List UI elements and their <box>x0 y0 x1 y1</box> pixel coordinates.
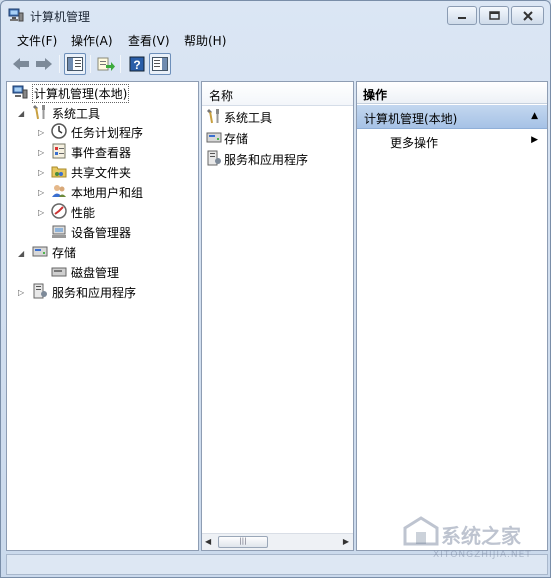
help-icon[interactable]: ? <box>126 53 148 75</box>
tree-label: 设备管理器 <box>71 225 132 240</box>
tree-item-shared-folders[interactable]: 共享文件夹 <box>51 163 131 181</box>
tree-item-event-viewer[interactable]: 事件查看器 <box>51 143 131 161</box>
horizontal-scrollbar[interactable]: ◀ ||| ▶ <box>202 533 353 550</box>
show-hide-action-pane-icon[interactable] <box>149 53 171 75</box>
actions-section-computer-management[interactable]: 计算机管理(本地) ▲ <box>357 105 547 129</box>
device-manager-icon <box>51 223 67 242</box>
collapse-arrow-icon[interactable]: ◢ <box>18 249 24 258</box>
services-icon <box>206 150 222 169</box>
tree-item-local-users[interactable]: 本地用户和组 <box>51 183 143 201</box>
export-list-icon[interactable] <box>95 53 117 75</box>
disk-management-icon <box>51 263 67 282</box>
users-icon <box>51 183 67 202</box>
system-tools-icon <box>32 104 48 123</box>
expand-arrow-icon[interactable]: ▷ <box>38 208 44 217</box>
show-hide-console-tree-icon[interactable] <box>64 53 86 75</box>
tree-label: 服务和应用程序 <box>52 285 137 300</box>
performance-icon <box>51 202 67 222</box>
event-viewer-icon <box>51 143 67 162</box>
services-icon <box>32 283 48 302</box>
tree-label: 本地用户和组 <box>71 185 144 200</box>
section-title: 计算机管理(本地) <box>364 112 458 126</box>
tree-label: 计算机管理(本地) <box>32 83 130 103</box>
computer-management-icon <box>8 7 24 26</box>
storage-icon <box>32 243 48 262</box>
expand-arrow-icon[interactable]: ▷ <box>18 288 24 297</box>
scroll-thumb[interactable]: ||| <box>218 536 268 548</box>
tree-label: 磁盘管理 <box>71 265 120 280</box>
tree-item-device-manager[interactable]: 设备管理器 <box>51 223 131 241</box>
site-watermark-logo: 系统之家 XITONGZHIJIA.NET <box>401 512 549 574</box>
submenu-arrow-icon: ▶ <box>531 135 538 145</box>
computer-management-icon <box>12 84 28 103</box>
toolbar: ? <box>2 51 549 78</box>
scroll-left-icon[interactable]: ◀ <box>205 537 211 546</box>
tree-item-disk-management[interactable]: 磁盘管理 <box>51 263 119 281</box>
window-title: 计算机管理 <box>30 10 91 24</box>
tree-label: 性能 <box>71 205 96 220</box>
console-tree-pane: 计算机管理(本地) ◢ 系统工具 ▷ 任务计划程序 ▷ 事件查看器 ▷ 共享文件… <box>6 81 199 551</box>
storage-icon <box>206 129 222 148</box>
forward-arrow-icon[interactable] <box>33 53 55 75</box>
svg-text:?: ? <box>133 58 140 72</box>
tree-item-services[interactable]: 服务和应用程序 <box>32 283 136 301</box>
close-button[interactable] <box>511 6 544 25</box>
shared-folder-icon <box>51 163 67 182</box>
menu-file[interactable]: 文件(F) <box>17 32 57 49</box>
tree-item-system-tools[interactable]: 系统工具 <box>32 104 100 122</box>
tree-item-root[interactable]: 计算机管理(本地) <box>12 83 130 103</box>
tree-label: 共享文件夹 <box>71 165 132 180</box>
list-item[interactable]: 服务和应用程序 <box>206 150 308 168</box>
computer-management-window: 计算机管理 文件(F) 操作(A) 查看(V) 帮助(H) ? 计算机管理(本地… <box>0 0 551 578</box>
tree-item-task-scheduler[interactable]: 任务计划程序 <box>51 122 144 142</box>
list-item[interactable]: 系统工具 <box>206 108 272 126</box>
actions-header: 操作 <box>357 82 547 104</box>
menu-view[interactable]: 查看(V) <box>128 32 170 49</box>
scroll-right-icon[interactable]: ▶ <box>343 537 349 546</box>
tree-label: 存储 <box>52 245 77 260</box>
expand-arrow-icon[interactable]: ▷ <box>38 128 44 137</box>
tree-item-performance[interactable]: 性能 <box>51 202 96 222</box>
expand-arrow-icon[interactable]: ▷ <box>38 188 44 197</box>
column-header-name[interactable]: 名称 <box>202 82 353 106</box>
minimize-button[interactable] <box>447 6 477 25</box>
system-tools-icon <box>206 108 222 127</box>
collapse-arrow-icon[interactable]: ◢ <box>18 109 24 118</box>
results-list-pane: 名称 系统工具 存储 服务和应用程序 ◀ ||| ▶ <box>201 81 354 551</box>
menu-help[interactable]: 帮助(H) <box>184 32 226 49</box>
expand-arrow-icon[interactable]: ▷ <box>38 168 44 177</box>
menu-bar: 文件(F) 操作(A) 查看(V) 帮助(H) <box>2 29 549 49</box>
maximize-button[interactable] <box>479 6 509 25</box>
expand-arrow-icon[interactable]: ▷ <box>38 148 44 157</box>
tree-item-storage[interactable]: 存储 <box>32 243 76 261</box>
more-actions-item[interactable]: 更多操作 ▶ <box>357 131 547 151</box>
tree-label: 系统工具 <box>52 106 101 121</box>
tree-label: 事件查看器 <box>71 145 132 160</box>
tree-label: 任务计划程序 <box>71 125 144 140</box>
actions-pane: 操作 计算机管理(本地) ▲ 更多操作 ▶ <box>356 81 548 551</box>
menu-action[interactable]: 操作(A) <box>71 32 113 49</box>
clock-icon <box>51 122 67 142</box>
collapse-up-icon[interactable]: ▲ <box>531 111 538 121</box>
title-bar: 计算机管理 <box>1 1 550 29</box>
list-item[interactable]: 存储 <box>206 129 248 147</box>
back-arrow-icon[interactable] <box>10 53 32 75</box>
